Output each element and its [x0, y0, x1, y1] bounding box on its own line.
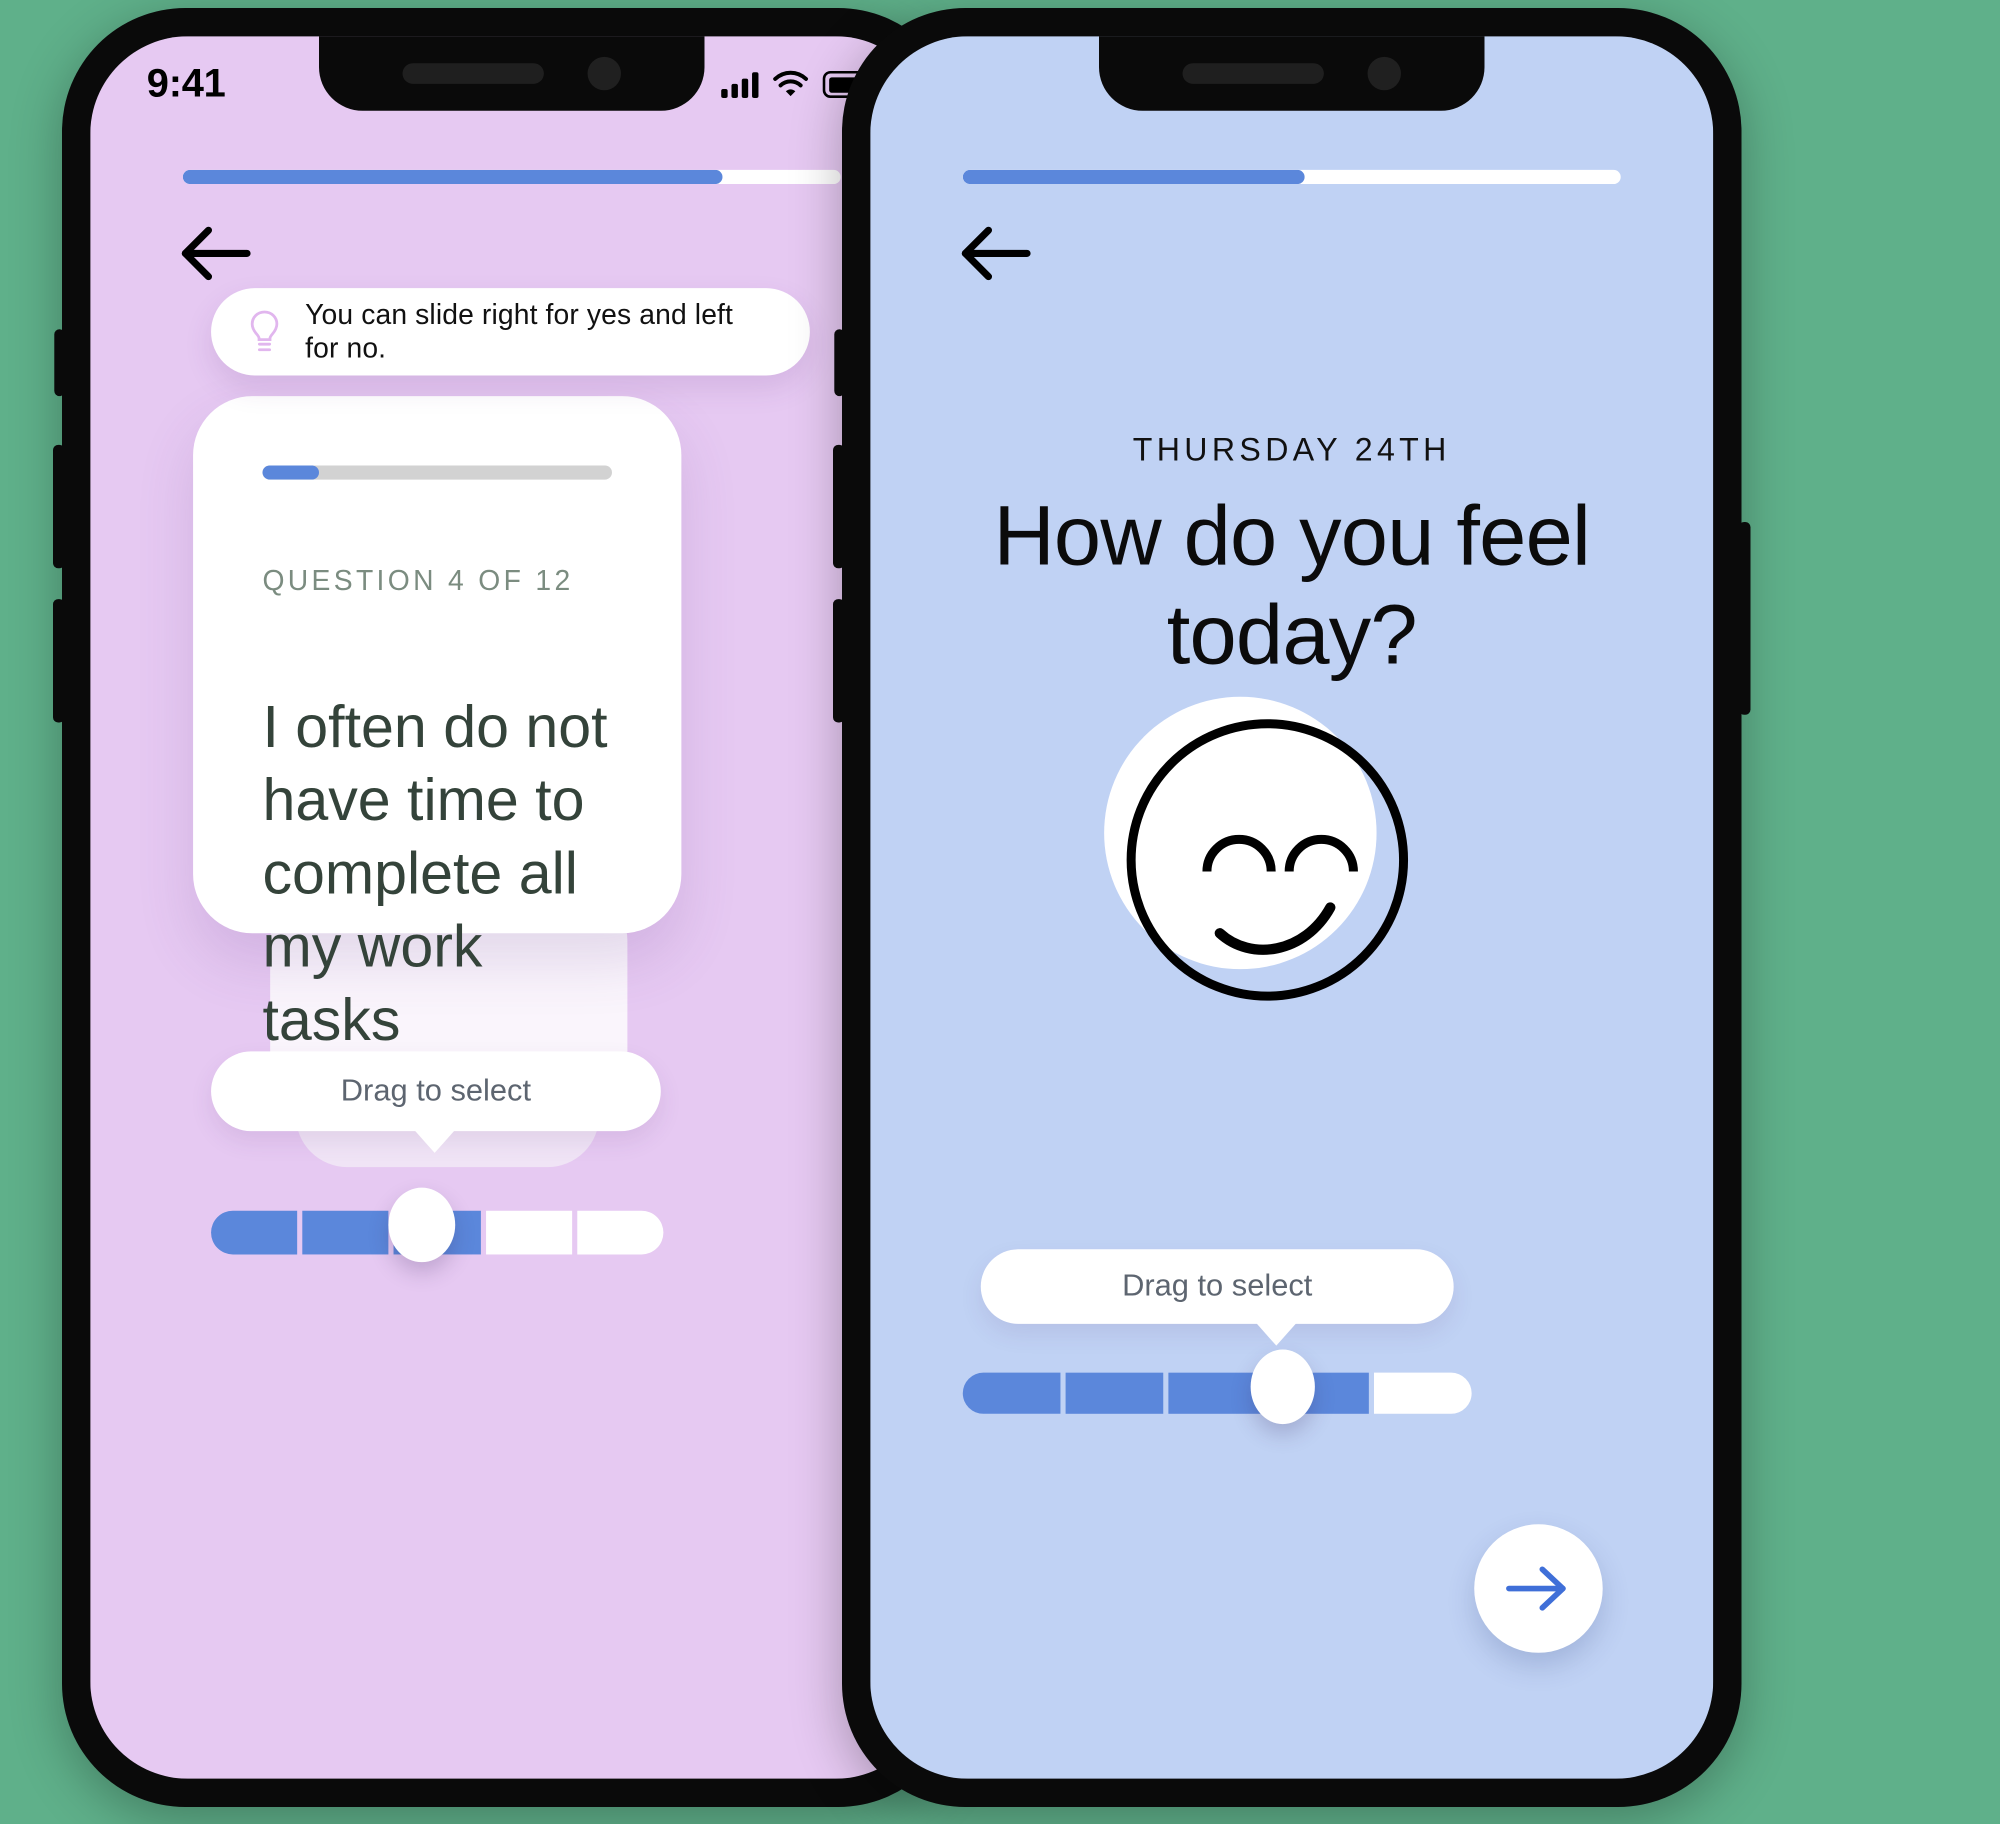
status-clock: 9:41 [146, 60, 226, 106]
screenshot-canvas: 9:41 You can slide right for yes and lef… [0, 0, 2000, 1824]
drag-hint-bubble-tail-right [1255, 1322, 1297, 1346]
survey-top-progress-fill [182, 169, 723, 185]
phone-notch-right [1099, 36, 1485, 111]
phone-right-screen-surface: THURSDAY 24TH How do you feel today? Dra… [870, 36, 1714, 1779]
signal-bars-icon [721, 70, 759, 98]
mood-top-progress-fill [962, 169, 1305, 185]
tip-banner: You can slide right for yes and left for… [211, 288, 810, 376]
drag-hint-label-right: Drag to select [1122, 1268, 1313, 1304]
earpiece-speaker [402, 63, 544, 84]
app-screen-survey: 9:41 You can slide right for yes and lef… [90, 36, 934, 1779]
drag-hint-bubble-left: Drag to select [211, 1051, 661, 1132]
survey-top-progress-bar [182, 169, 841, 185]
slider-segment-1[interactable] [962, 1372, 1061, 1414]
question-text: I often do not have time to complete all… [262, 692, 608, 1053]
back-button-right[interactable] [955, 216, 1048, 291]
drag-hint-bubble-right: Drag to select [980, 1249, 1454, 1324]
drag-hint-label-left: Drag to select [340, 1073, 532, 1108]
phone-right-mute-switch [834, 329, 845, 397]
slider-segment-2[interactable] [302, 1210, 389, 1255]
front-camera [1367, 56, 1401, 91]
phone-right-volume-down [833, 599, 845, 723]
phone-device-right: THURSDAY 24TH How do you feel today? Dra… [833, 8, 1751, 1807]
slider-segment-2[interactable] [1065, 1372, 1164, 1414]
wifi-icon [773, 70, 809, 97]
mood-top-progress-bar [962, 169, 1621, 185]
phone-left-screen-surface: 9:41 You can slide right for yes and lef… [90, 36, 934, 1779]
back-button[interactable] [175, 216, 268, 291]
phone-notch-left [319, 36, 705, 111]
slider-knob-left[interactable] [388, 1187, 456, 1263]
lightbulb-icon [250, 310, 279, 352]
phone-right-volume-up [833, 444, 845, 569]
arrow-right-icon [1506, 1566, 1566, 1611]
back-arrow-icon [961, 226, 1031, 281]
slider-segment-5[interactable] [1373, 1372, 1472, 1414]
phone-left-volume-up [53, 444, 65, 569]
earpiece-speaker [1182, 63, 1324, 84]
slider-segment-5[interactable] [577, 1210, 664, 1255]
next-button[interactable] [1474, 1524, 1603, 1653]
question-card-progress [262, 465, 612, 480]
mood-slider-right[interactable] [962, 1372, 1472, 1414]
slider-knob-right[interactable] [1250, 1349, 1315, 1425]
phone-left-mute-switch [54, 329, 65, 397]
app-screen-mood: THURSDAY 24TH How do you feel today? Dra… [870, 36, 1714, 1779]
slider-segment-1[interactable] [211, 1210, 298, 1255]
question-counter-label: QUESTION 4 OF 12 [262, 564, 574, 597]
phone-left-volume-down [53, 599, 65, 723]
slider-segment-4[interactable] [485, 1210, 572, 1255]
date-label: THURSDAY 24TH [1132, 432, 1451, 469]
phone-device-left: 9:41 You can slide right for yes and lef… [53, 8, 971, 1807]
front-camera [587, 56, 621, 91]
smiley-face-icon [1096, 689, 1417, 1010]
question-card-progress-fill [262, 465, 319, 480]
back-arrow-icon [181, 226, 251, 281]
drag-hint-bubble-tail-left [414, 1129, 456, 1153]
phone-right-power [1738, 522, 1751, 715]
tip-banner-text: You can slide right for yes and left for… [305, 298, 734, 364]
mood-heading: How do you feel today? [993, 487, 1591, 682]
question-card[interactable]: QUESTION 4 OF 12 I often do not have tim… [193, 396, 682, 1053]
